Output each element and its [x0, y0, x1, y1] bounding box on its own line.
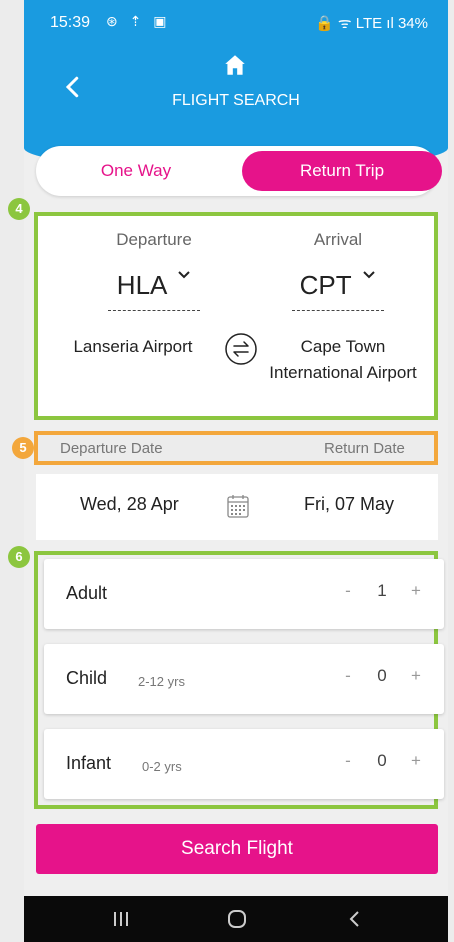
return-trip-option[interactable]: Return Trip — [242, 151, 442, 191]
passenger-type: Child — [66, 668, 108, 688]
arrival-airport: Cape Town International Airport — [269, 337, 417, 382]
home-icon[interactable] — [222, 52, 248, 78]
departure-date-label: Departure Date — [60, 440, 163, 457]
one-way-option[interactable]: One Way — [36, 146, 236, 196]
status-time: 15:39 — [50, 14, 91, 31]
departure-label: Departure — [116, 230, 192, 249]
arrival-select[interactable]: CPT — [258, 270, 418, 301]
increment-button[interactable]: + — [406, 581, 426, 601]
status-right: 🔒 ᯤ LTE ıl 34% — [315, 15, 428, 32]
chevron-down-icon — [363, 271, 376, 279]
arrival-underline — [292, 310, 384, 311]
passengers-section: Adult - 1 + Child 2-12 yrs - 0 + Infant … — [34, 551, 444, 809]
dates-card: Wed, 28 Apr Fri, 07 May — [36, 474, 438, 540]
passenger-type: Infant — [66, 753, 112, 773]
departure-airport: Lanseria Airport — [73, 337, 193, 356]
page-title: FLIGHT SEARCH — [172, 92, 300, 109]
app-frame: 15:39 ⊛ ⇡ ▣ 🔒 ᯤ LTE ıl 34% FLIGHT SEARCH… — [24, 0, 448, 942]
passenger-age-range: 2-12 yrs — [138, 674, 185, 689]
return-date-label: Return Date — [324, 440, 405, 457]
status-bar: 15:39 ⊛ ⇡ ▣ 🔒 ᯤ LTE ıl 34% — [24, 0, 448, 44]
step-badge-route: 4 — [8, 198, 30, 220]
increment-button[interactable]: + — [406, 666, 426, 686]
recent-apps-icon[interactable] — [106, 906, 136, 932]
android-nav-bar — [24, 896, 448, 942]
departure-select[interactable]: HLA — [74, 270, 234, 301]
chevron-down-icon — [178, 271, 190, 279]
trip-type-toggle: One Way Return Trip — [36, 146, 442, 196]
departure-underline — [108, 310, 200, 311]
increment-button[interactable]: + — [406, 751, 426, 771]
passenger-count: 0 — [377, 751, 387, 770]
calendar-icon[interactable] — [226, 493, 250, 519]
decrement-button[interactable]: - — [338, 581, 358, 601]
step-badge-passengers: 6 — [8, 546, 30, 568]
return-date-value[interactable]: Fri, 07 May — [304, 494, 394, 515]
passenger-age-range: 0-2 yrs — [142, 759, 182, 774]
passenger-count: 0 — [377, 666, 387, 685]
decrement-button[interactable]: - — [338, 751, 358, 771]
date-labels: Departure Date Return Date — [34, 431, 438, 465]
step-badge-dates: 5 — [12, 437, 34, 459]
passenger-row-child: Child 2-12 yrs - 0 + — [44, 644, 444, 714]
search-flight-button[interactable]: Search Flight — [36, 824, 438, 874]
notification-icons: ⊛ ⇡ ▣ — [106, 13, 171, 29]
arrival-label: Arrival — [313, 230, 363, 249]
passenger-row-adult: Adult - 1 + — [44, 559, 444, 629]
swap-icon[interactable] — [224, 332, 258, 366]
decrement-button[interactable]: - — [338, 666, 358, 686]
home-button-icon[interactable] — [222, 906, 252, 932]
passenger-row-infant: Infant 0-2 yrs - 0 + — [44, 729, 444, 799]
passenger-type: Adult — [66, 583, 108, 603]
arrival-code: CPT — [299, 270, 352, 300]
passenger-count: 1 — [377, 581, 387, 600]
back-nav-icon[interactable] — [340, 906, 370, 932]
departure-date-value[interactable]: Wed, 28 Apr — [80, 494, 179, 515]
departure-code: HLA — [116, 270, 166, 300]
route-card: Departure Arrival HLA CPT Lanseria Airpo… — [34, 212, 438, 420]
